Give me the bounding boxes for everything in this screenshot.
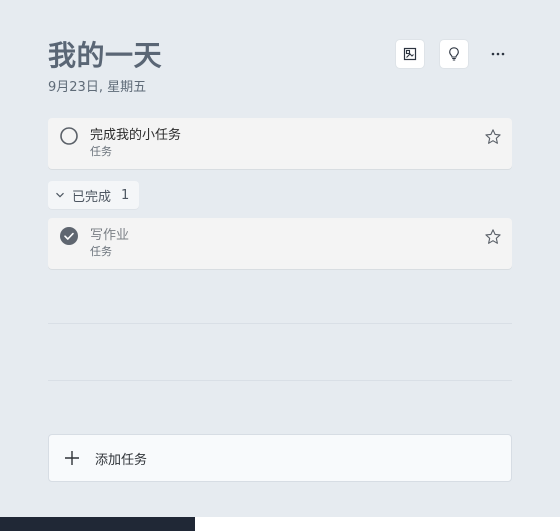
- task-title: 写作业: [90, 228, 130, 243]
- top-actions: [396, 40, 512, 68]
- completed-label: 已完成: [72, 189, 112, 205]
- more-options-button[interactable]: [484, 40, 512, 68]
- page-header: 我的一天 9月23日, 星期五: [48, 40, 162, 96]
- lightbulb-icon: [446, 46, 462, 62]
- task-checkbox-checked[interactable]: [60, 227, 78, 245]
- circle-icon: [60, 127, 78, 145]
- completed-task-item[interactable]: 写作业 任务: [48, 218, 512, 269]
- divider: [48, 323, 512, 324]
- background-button[interactable]: [396, 40, 424, 68]
- task-text: 写作业 任务: [90, 227, 129, 259]
- star-icon[interactable]: [484, 228, 502, 246]
- task-text: 完成我的小任务 任务: [90, 127, 181, 159]
- divider: [48, 380, 512, 381]
- task-list-name: 任务: [90, 245, 112, 258]
- completed-count: 1: [121, 187, 130, 203]
- more-icon: [490, 46, 506, 62]
- plus-icon: [63, 449, 81, 467]
- my-day-view: 我的一天 9月23日, 星期五 完成我的小任务 任务 已完成 1 写作业 任务 …: [0, 0, 560, 531]
- page-title: 我的一天: [48, 39, 163, 72]
- add-task-label: 添加任务: [95, 452, 148, 468]
- bottom-bar: [195, 517, 560, 531]
- star-icon[interactable]: [484, 128, 502, 146]
- chevron-down-icon: [54, 186, 66, 205]
- completed-section-toggle[interactable]: 已完成 1: [48, 181, 140, 209]
- check-circle-icon: [60, 227, 78, 245]
- suggestions-button[interactable]: [440, 40, 468, 68]
- add-task-input[interactable]: 添加任务: [48, 434, 512, 482]
- task-item[interactable]: 完成我的小任务 任务: [48, 118, 512, 169]
- task-title: 完成我的小任务: [90, 128, 182, 143]
- taskbar-strip: [0, 517, 195, 531]
- page-date: 9月23日, 星期五: [48, 80, 147, 95]
- task-list-name: 任务: [90, 145, 112, 158]
- task-checkbox-unchecked[interactable]: [60, 127, 78, 145]
- background-image-icon: [402, 46, 418, 62]
